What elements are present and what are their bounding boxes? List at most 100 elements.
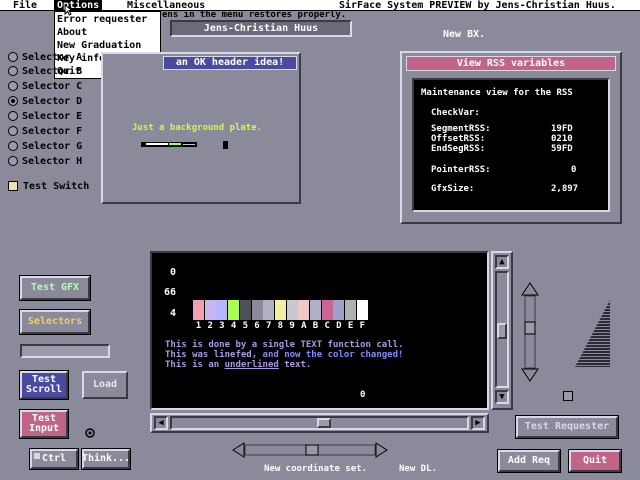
gradient-triangle-graphic [575, 300, 610, 367]
palette-swatch [263, 300, 275, 320]
ctrl-label: Ctrl [41, 453, 67, 464]
menu-file[interactable]: File [10, 0, 40, 11]
palette-swatch [321, 300, 333, 320]
test-scroll-button[interactable]: Test Scroll [19, 370, 69, 400]
radio-icon [8, 141, 18, 151]
horizontal-scrollbar[interactable]: ◀ ▶ [150, 413, 489, 433]
palette-swatch-label: B [312, 321, 319, 331]
selector-label: Selector F [22, 125, 83, 137]
zero-marker: 0 [360, 390, 366, 400]
selector-a[interactable]: Selector A [8, 51, 82, 63]
selector-label: Selector D [22, 95, 83, 107]
radio-icon [8, 111, 18, 121]
selector-label: Selector H [22, 155, 83, 167]
status-new-coordinate: New coordinate set. [264, 464, 367, 474]
selector-b[interactable]: Selector B [8, 65, 82, 77]
scroll-up-arrow-icon[interactable]: ▲ [495, 255, 509, 269]
small-checkbox[interactable] [563, 391, 573, 401]
rss-row-value: 0210 [551, 134, 573, 144]
palette-swatch-label: C [324, 321, 330, 331]
scroll-left-arrow-icon[interactable]: ◀ [154, 416, 168, 430]
rss-row-value: 59FD [551, 144, 573, 154]
scroll-down-arrow-icon[interactable]: ▼ [495, 390, 509, 404]
palette-swatch [251, 300, 263, 320]
selector-e[interactable]: Selector E [8, 110, 82, 122]
rss-row-label: PointerRSS: [431, 165, 491, 175]
radio-icon [8, 81, 18, 91]
scroll-track[interactable] [495, 271, 509, 388]
name-banner: Jens-Christian Huus [170, 20, 352, 37]
radio-icon [8, 126, 18, 136]
horizontal-slider[interactable] [232, 442, 388, 458]
selector-c[interactable]: Selector C [8, 80, 82, 92]
menu-miscellaneous[interactable]: Miscellaneous [124, 0, 208, 11]
load-button[interactable]: Load [82, 371, 128, 399]
vertical-slider[interactable] [521, 282, 539, 382]
palette-swatch-label: E [347, 321, 354, 331]
text-input-field[interactable] [20, 344, 110, 358]
text-line-3c: text. [278, 360, 312, 370]
test-scroll-label-2: Scroll [25, 384, 63, 395]
palette-swatch [298, 300, 310, 320]
selector-h[interactable]: Selector H [8, 155, 82, 167]
palette-swatch-label: 4 [230, 321, 237, 331]
selector-g[interactable]: Selector G [8, 140, 82, 152]
ok-window-text: Just a background plate. [132, 123, 263, 133]
selector-d[interactable]: Selector D [8, 95, 82, 107]
selector-label: Selector A [22, 51, 83, 63]
selector-label: Selector C [22, 80, 83, 92]
menu-item-about[interactable]: About [57, 26, 87, 39]
palette-swatch-label: 7 [265, 321, 272, 331]
quit-button[interactable]: Quit [568, 449, 622, 473]
ok-window-title: an OK header idea! [163, 56, 297, 70]
ok-header-window: an OK header idea! Just a background pla… [101, 52, 301, 204]
menu-bar: File Options Miscellaneous SirFace Syste… [0, 0, 640, 11]
scroll-right-arrow-icon[interactable]: ▶ [471, 416, 485, 430]
palette-swatch-label: D [336, 321, 342, 331]
scroll-track[interactable] [170, 416, 469, 430]
vertical-slider-arrows-icon [521, 282, 539, 382]
scroll-thumb[interactable] [317, 418, 331, 428]
add-req-button[interactable]: Add Req [497, 449, 561, 473]
number-4: 4 [170, 308, 177, 319]
radio-icon [8, 66, 18, 76]
test-input-button[interactable]: Test Input [19, 409, 69, 439]
palette-swatch [286, 300, 298, 320]
status-new-dl: New DL. [399, 464, 437, 474]
decor-bar-grey [183, 144, 195, 145]
selector-f[interactable]: Selector F [8, 125, 82, 137]
test-requester-button[interactable]: Test Requester [515, 415, 619, 439]
palette-swatch [274, 300, 286, 320]
selector-label: Selector G [22, 140, 83, 152]
vertical-scrollbar[interactable]: ▲ ▼ [491, 251, 513, 410]
palette-swatch [310, 300, 321, 320]
think-button[interactable]: Think... [81, 448, 131, 470]
palette-swatch-label: A [301, 321, 307, 331]
selectors-button[interactable]: Selectors [19, 309, 91, 335]
palette-swatch [204, 300, 216, 320]
rss-window-title: View RSS variables [406, 56, 616, 71]
scroll-thumb[interactable] [497, 323, 507, 339]
decor-bar-green [169, 143, 181, 145]
palette-swatch [333, 300, 345, 320]
radio-icon [8, 156, 18, 166]
hidden-hint-text: ens in the menu restores properly. [162, 11, 347, 19]
rss-checkvar: CheckVar: [431, 108, 480, 118]
palette-swatch-label: 5 [242, 321, 248, 331]
ctrl-button[interactable]: Ctrl [29, 448, 79, 470]
decor-block [223, 141, 228, 149]
palette-swatch [356, 300, 368, 320]
palette-swatch [193, 300, 204, 320]
test-gfx-button[interactable]: Test GFX [19, 275, 91, 301]
palette-swatch-label: 3 [219, 321, 225, 331]
palette-swatch [345, 300, 357, 320]
menu-options[interactable]: Options [54, 0, 103, 11]
mouse-pointer-icon [64, 4, 73, 16]
test-switch[interactable]: Test Switch [8, 180, 89, 192]
rss-row-label: OffsetRSS: [431, 134, 486, 144]
new-bx-label: New BX. [443, 29, 486, 40]
rss-row-label: GfxSize: [431, 184, 475, 194]
test-switch-label: Test Switch [23, 180, 90, 192]
rss-row-value: 19FD [551, 124, 573, 134]
palette-swatch-label: 8 [277, 321, 284, 331]
